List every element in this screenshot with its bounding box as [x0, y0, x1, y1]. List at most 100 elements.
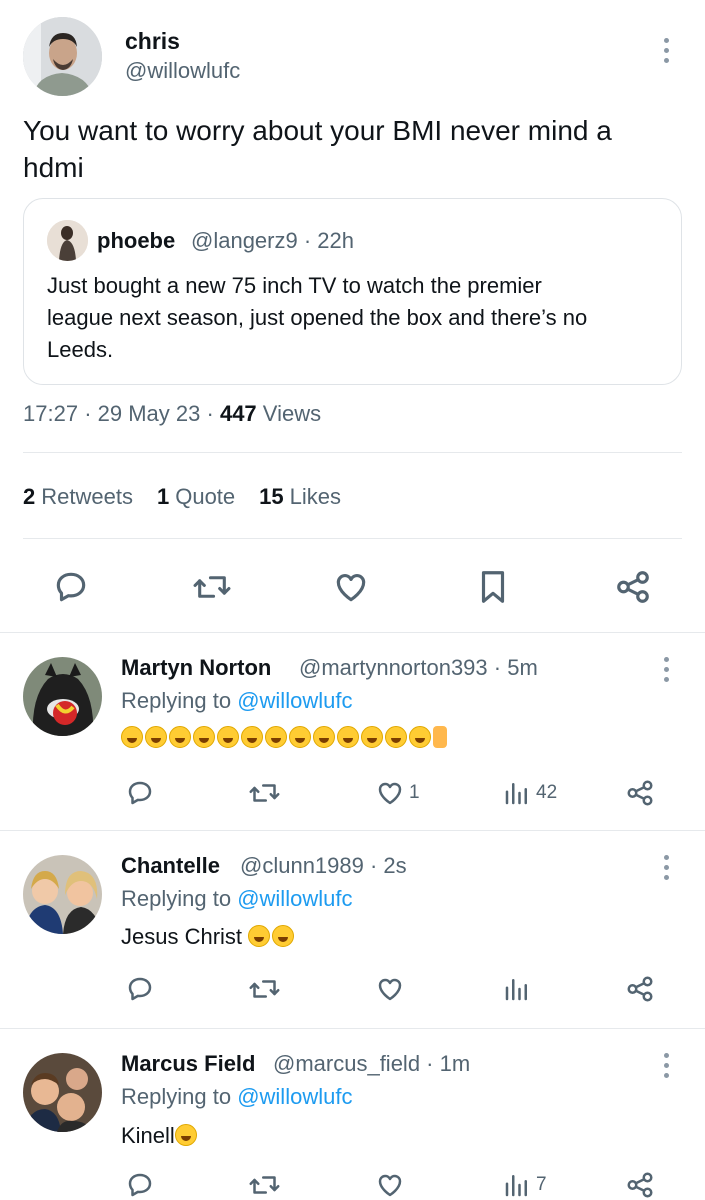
- laughing-emoji: [174, 1124, 197, 1146]
- reply-icon: [128, 977, 152, 1001]
- reply-author-handle[interactable]: @martynnorton393 · 5m: [299, 655, 538, 681]
- more-options-icon[interactable]: [661, 855, 671, 880]
- like-icon: [336, 574, 366, 602]
- like-icon: [378, 1174, 402, 1197]
- share-button[interactable]: [625, 974, 655, 1004]
- reply-avatar[interactable]: [23, 1053, 102, 1132]
- more-options-icon[interactable]: [661, 38, 671, 63]
- author-name[interactable]: chris: [125, 28, 180, 55]
- laughing-emoji: [361, 726, 383, 748]
- laughing-emoji: [193, 726, 215, 748]
- reply-tweet[interactable]: Chantelle @clunn1989 · 2s Replying to @w…: [0, 831, 705, 1027]
- retweet-button[interactable]: [248, 1170, 281, 1200]
- emoji-row: [174, 1123, 199, 1148]
- laughing-emoji: [217, 726, 239, 748]
- quote-author-handle: @langerz9 · 22h: [191, 228, 354, 253]
- replying-to-handle[interactable]: @willowlufc: [237, 886, 352, 911]
- laughing-emoji: [385, 726, 407, 748]
- quote-text: Just bought a new 75 inch TV to watch th…: [47, 270, 667, 366]
- quoted-tweet[interactable]: phoebe @langerz9 · 22h Just bought a new…: [23, 198, 682, 385]
- views-count: 447: [219, 401, 257, 426]
- reply-button[interactable]: [125, 778, 155, 808]
- share-button[interactable]: [625, 778, 655, 808]
- reply-button[interactable]: [125, 1170, 155, 1200]
- like-icon: [378, 782, 402, 805]
- views-icon: [505, 979, 527, 1001]
- laughing-emoji: [409, 726, 431, 748]
- author-handle[interactable]: @willowlufc: [125, 58, 240, 84]
- like-button[interactable]: [332, 568, 370, 606]
- share-icon: [627, 976, 653, 1002]
- reply-text: Jesus Christ: [121, 924, 296, 950]
- like-icon: [378, 978, 402, 1001]
- retweets-stat[interactable]: 2 Retweets: [23, 484, 133, 510]
- tweet-text: You want to worry about your BMI never m…: [23, 112, 663, 186]
- laughing-emoji: [241, 726, 263, 748]
- reply-tweet[interactable]: Martyn Norton @martynnorton393 · 5m Repl…: [0, 633, 705, 829]
- tweet-time: 17:27: [23, 401, 79, 426]
- views-label: Views: [262, 401, 322, 426]
- emoji-row: [248, 924, 296, 949]
- retweet-button[interactable]: [192, 568, 232, 606]
- replying-to-label: Replying to: [121, 688, 232, 713]
- retweets-count: 2: [23, 484, 36, 509]
- retweet-icon: [249, 980, 280, 998]
- thumbs-up-emoji: [433, 726, 447, 748]
- bookmark-icon: [481, 571, 505, 603]
- reply-button[interactable]: [125, 974, 155, 1004]
- laughing-emoji: [337, 726, 359, 748]
- retweet-button[interactable]: [248, 778, 281, 808]
- retweet-icon: [249, 784, 280, 802]
- reply-author-name[interactable]: Chantelle: [121, 853, 220, 879]
- reply-avatar[interactable]: [23, 657, 102, 736]
- reply-tweet[interactable]: Marcus Field @marcus_field · 1m Replying…: [0, 1029, 705, 1200]
- retweets-label: Retweets: [41, 484, 133, 509]
- author-avatar[interactable]: [23, 17, 102, 96]
- reply-button[interactable]: [52, 568, 90, 606]
- views-button[interactable]: [502, 974, 536, 1004]
- emoji-row: [121, 725, 433, 750]
- reply-avatar[interactable]: [23, 855, 102, 934]
- retweet-icon: [249, 1176, 280, 1194]
- views-button[interactable]: 42: [502, 778, 557, 808]
- quotes-stat[interactable]: 1 Quote: [157, 484, 235, 510]
- views-button[interactable]: 7: [502, 1170, 547, 1200]
- share-icon: [617, 571, 649, 603]
- retweet-button[interactable]: [248, 974, 281, 1004]
- reply-author-name[interactable]: Marcus Field: [121, 1051, 255, 1077]
- laughing-emoji: [121, 726, 143, 748]
- bookmark-button[interactable]: [474, 568, 512, 606]
- like-button[interactable]: 1: [375, 778, 420, 808]
- views-count: 42: [536, 782, 558, 803]
- divider: [23, 538, 682, 539]
- reply-text-body: Kinell: [121, 1123, 175, 1148]
- more-options-icon[interactable]: [661, 657, 671, 682]
- replying-to-handle[interactable]: @willowlufc: [237, 1084, 352, 1109]
- quotes-count: 1: [156, 484, 170, 509]
- laughing-emoji: [313, 726, 335, 748]
- retweet-icon: [193, 576, 231, 598]
- share-button[interactable]: [625, 1170, 655, 1200]
- reply-text: [121, 725, 447, 751]
- tweet-meta: 17:27 · 29 May 23 · 447 Views: [23, 401, 322, 426]
- likes-label: Likes: [289, 484, 341, 509]
- tweet-stats: 2 Retweets 1 Quote 15 Likes: [23, 484, 341, 510]
- like-button[interactable]: [375, 974, 409, 1004]
- reply-author-handle[interactable]: @marcus_field · 1m: [273, 1051, 470, 1077]
- replying-to: Replying to @willowlufc: [121, 688, 352, 714]
- main-tweet: chris @willowlufc You want to worry abou…: [0, 0, 705, 632]
- quotes-label: Quote: [175, 484, 236, 509]
- laughing-emoji: [169, 726, 191, 748]
- like-button[interactable]: [375, 1170, 409, 1200]
- share-button[interactable]: [614, 568, 652, 606]
- replying-to-handle[interactable]: @willowlufc: [237, 688, 352, 713]
- more-options-icon[interactable]: [661, 1053, 671, 1078]
- reply-text: Kinell: [121, 1123, 199, 1149]
- likes-stat[interactable]: 15 Likes: [259, 484, 341, 510]
- replying-to: Replying to @willowlufc: [121, 1084, 352, 1110]
- laughing-emoji: [145, 726, 167, 748]
- replying-to-label: Replying to: [121, 1084, 232, 1109]
- reply-author-handle[interactable]: @clunn1989 · 2s: [240, 853, 407, 879]
- reply-author-name[interactable]: Martyn Norton: [121, 655, 271, 681]
- laughing-emoji: [272, 925, 295, 947]
